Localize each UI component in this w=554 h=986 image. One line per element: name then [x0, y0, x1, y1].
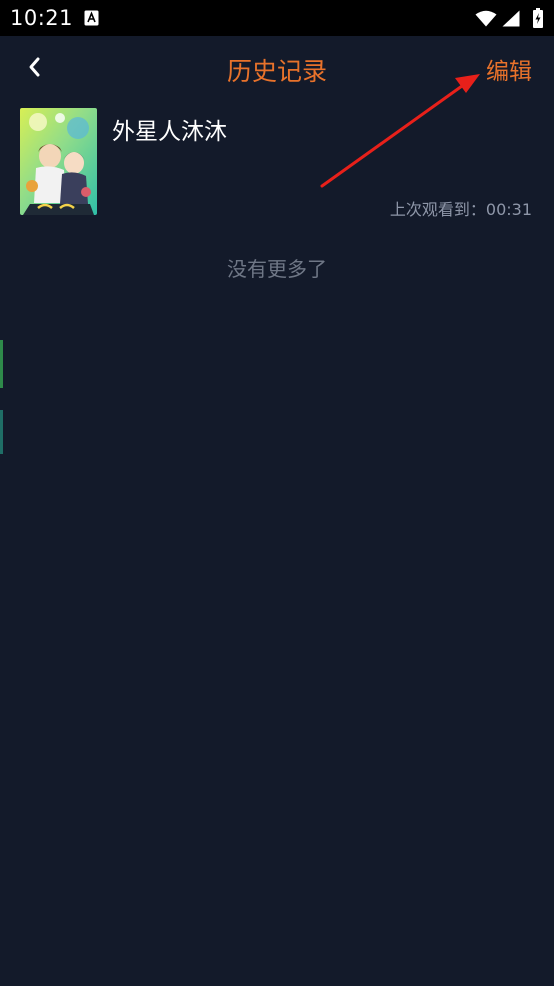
battery-charging-icon	[533, 8, 543, 28]
edit-button[interactable]: 编辑	[486, 52, 532, 86]
anime-poster-thumbnail	[20, 108, 97, 215]
last-watched-label: 上次观看到：	[389, 200, 486, 219]
status-bar: 10:21	[0, 0, 554, 36]
left-edge-strip	[0, 410, 3, 454]
a-letter-app-icon	[84, 10, 99, 26]
history-list-item[interactable]: 外星人沐沐 上次观看到：00:31	[0, 100, 554, 225]
page-title: 历史记录	[226, 57, 327, 86]
no-more-text: 没有更多了	[227, 257, 327, 281]
cellular-signal-icon	[502, 10, 520, 27]
last-watched-time: 00:31	[485, 200, 532, 219]
history-item-title: 外星人沐沐	[112, 119, 227, 145]
status-time: 10:21	[10, 6, 74, 30]
last-watched-info: 上次观看到：00:31	[390, 196, 532, 220]
wifi-icon	[475, 10, 497, 27]
left-edge-strip	[0, 340, 3, 388]
